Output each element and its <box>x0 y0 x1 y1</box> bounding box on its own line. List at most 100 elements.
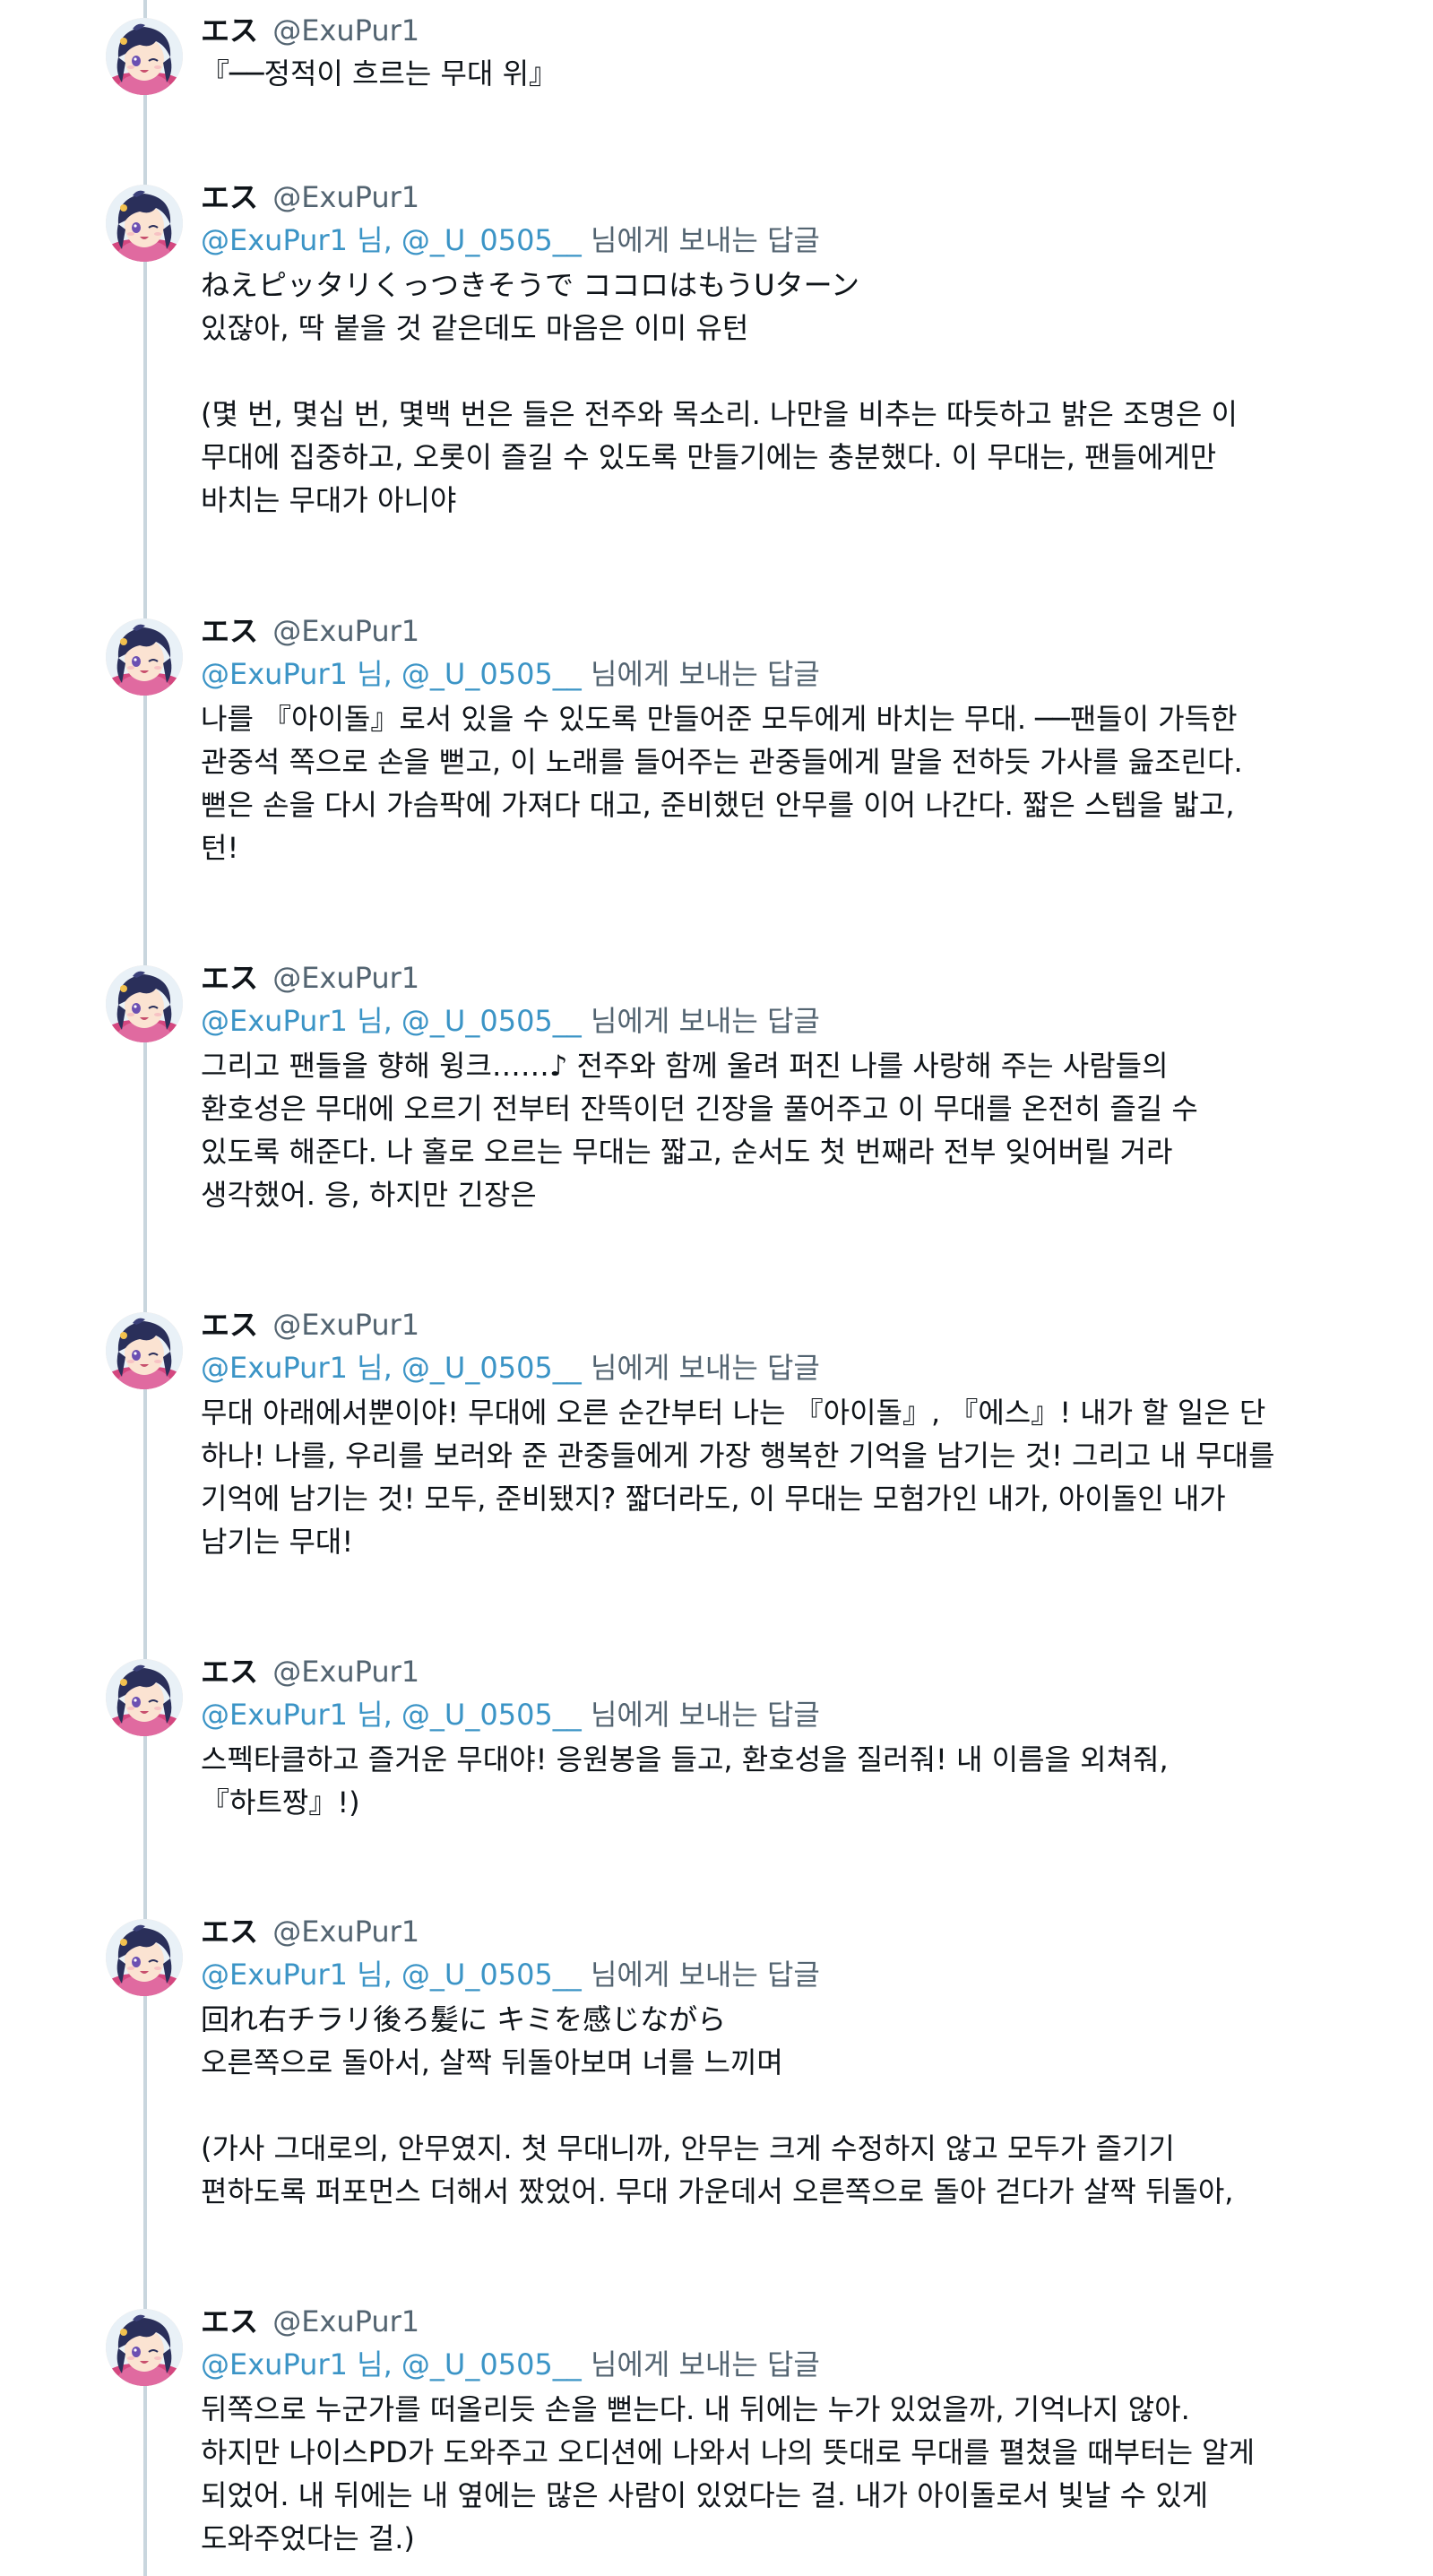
reply-mentions-link[interactable]: @ExuPur1 님, @_U_0505__ <box>201 1958 582 1992</box>
tweet-text-line: 무대 아래에서뿐이야! 무대에 오른 순간부터 나는 『아이돌』, 『에스』! … <box>201 1396 1266 1430</box>
avatar-image <box>106 2309 183 2386</box>
tweet-text-line: 오른쪽으로 돌아서, 살짝 뒤돌아보며 너를 느끼며 <box>201 2045 783 2079</box>
reply-to-line: @ExuPur1 님, @_U_0505__ 님에게 보내는 답글 <box>201 656 820 692</box>
tweet-text: 나를 『아이돌』로서 있을 수 있도록 만들어준 모두에게 바치는 무대. ──… <box>201 697 1366 869</box>
tweet-header: エス @ExuPur1 <box>201 960 419 996</box>
tweet-text-line <box>201 350 1366 393</box>
tweet-header: エス @ExuPur1 <box>201 1914 419 1949</box>
author-name[interactable]: エス <box>201 180 258 214</box>
author-name[interactable]: エス <box>201 1915 258 1949</box>
reply-to-suffix: 님에게 보내는 답글 <box>590 2347 820 2382</box>
author-handle[interactable]: @ExuPur1 <box>272 1655 419 1689</box>
reply-mentions-link[interactable]: @ExuPur1 님, @_U_0505__ <box>201 657 582 691</box>
tweet-text-line: 뒤쪽으로 누군가를 떠올리듯 손을 뻗는다. 내 뒤에는 누가 있었을까, 기억… <box>201 2392 1190 2426</box>
tweet-text-line: 관중석 쪽으로 손을 뻗고, 이 노래를 들어주는 관중들에게 말을 전하듯 가… <box>201 745 1243 779</box>
author-name[interactable]: エス <box>201 1308 258 1342</box>
tweet-text-line: (가사 그대로의, 안무였지. 첫 무대니까, 안무는 크게 수정하지 않고 모… <box>201 2131 1175 2165</box>
tweet-text-line: 『──정적이 흐르는 무대 위』 <box>201 56 558 91</box>
tweet-text-line: 하지만 나이스PD가 도와주고 오디션에 나와서 나의 뜻대로 무대를 펼쳤을 … <box>201 2435 1256 2469</box>
avatar[interactable] <box>106 1919 183 1996</box>
reply-to-suffix: 님에게 보내는 답글 <box>590 223 820 257</box>
author-name[interactable]: エス <box>201 961 258 995</box>
reply-mentions-link[interactable]: @ExuPur1 님, @_U_0505__ <box>201 2347 582 2382</box>
tweet-text-line: 남기는 무대! <box>201 1525 354 1559</box>
avatar-image <box>106 1312 183 1389</box>
tweet-text-line: 있도록 해준다. 나 홀로 오르는 무대는 짧고, 순서도 첫 번째라 전부 잊… <box>201 1135 1173 1169</box>
tweet-text-line: 도와주었다는 걸.) <box>201 2521 415 2555</box>
avatar[interactable] <box>106 2309 183 2386</box>
tweet-text-line <box>201 2084 1366 2127</box>
tweet-text-line: 하나! 나를, 우리를 보러와 준 관중들에게 가장 행복한 기억을 남기는 것… <box>201 1439 1275 1473</box>
reply-mentions-link[interactable]: @ExuPur1 님, @_U_0505__ <box>201 223 582 257</box>
tweet-text-line: 『하트짱』!) <box>201 1785 360 1820</box>
tweet-text-line: 되었어. 내 뒤에는 내 옆에는 많은 사람이 있었다는 걸. 내가 아이돌로서… <box>201 2478 1209 2512</box>
author-handle[interactable]: @ExuPur1 <box>272 1915 419 1949</box>
tweet-text: 무대 아래에서뿐이야! 무대에 오른 순간부터 나는 『아이돌』, 『에스』! … <box>201 1391 1366 1563</box>
reply-mentions-link[interactable]: @ExuPur1 님, @_U_0505__ <box>201 1004 582 1038</box>
avatar-image <box>106 18 183 95</box>
tweet-text: 그리고 팬들을 향해 윙크……♪ 전주와 함께 울려 퍼진 나를 사랑해 주는 … <box>201 1044 1366 1216</box>
avatar-image <box>106 1919 183 1996</box>
reply-to-suffix: 님에게 보내는 답글 <box>590 1004 820 1038</box>
reply-to-suffix: 님에게 보내는 답글 <box>590 657 820 691</box>
tweet-text-line: 바치는 무대가 아니야 <box>201 483 457 517</box>
tweet-text-line: 기억에 남기는 것! 모두, 준비됐지? 짧더라도, 이 무대는 모험가인 내가… <box>201 1482 1226 1516</box>
tweet-text-line: 스펙타클하고 즐거운 무대야! 응원봉을 들고, 환호성을 질러줘! 내 이름을… <box>201 1742 1169 1776</box>
tweet-header: エス @ExuPur1 <box>201 613 419 649</box>
author-handle[interactable]: @ExuPur1 <box>272 614 419 648</box>
tweet-text-line: 편하도록 퍼포먼스 더해서 짰었어. 무대 가운데서 오른쪽으로 돌아 걷다가 … <box>201 2174 1234 2209</box>
author-handle[interactable]: @ExuPur1 <box>272 2304 419 2338</box>
tweet-text-line: 있잖아, 딱 붙을 것 같은데도 마음은 이미 유턴 <box>201 311 749 345</box>
author-name[interactable]: エス <box>201 614 258 648</box>
tweet-text-line: 무대에 집중하고, 오롯이 즐길 수 있도록 만들기에는 충분했다. 이 무대는… <box>201 440 1217 474</box>
tweet-header: エス @ExuPur1 <box>201 13 419 48</box>
avatar-image <box>106 965 183 1042</box>
author-handle[interactable]: @ExuPur1 <box>272 13 419 48</box>
avatar[interactable] <box>106 1312 183 1389</box>
tweet-text-line: 나를 『아이돌』로서 있을 수 있도록 만들어준 모두에게 바치는 무대. ──… <box>201 702 1238 736</box>
avatar[interactable] <box>106 965 183 1042</box>
reply-to-line: @ExuPur1 님, @_U_0505__ 님에게 보내는 답글 <box>201 1957 820 1993</box>
author-handle[interactable]: @ExuPur1 <box>272 180 419 214</box>
tweet-header: エス @ExuPur1 <box>201 1654 419 1690</box>
reply-to-line: @ExuPur1 님, @_U_0505__ 님에게 보내는 답글 <box>201 1697 820 1733</box>
tweet-text: 『──정적이 흐르는 무대 위』 <box>201 52 1366 95</box>
tweet-text-line: 환호성은 무대에 오르기 전부터 잔뜩이던 긴장을 풀어주고 이 무대를 온전히… <box>201 1092 1198 1126</box>
tweet-text-line: 턴! <box>201 831 239 865</box>
avatar[interactable] <box>106 185 183 262</box>
reply-to-line: @ExuPur1 님, @_U_0505__ 님에게 보내는 답글 <box>201 2347 820 2382</box>
author-name[interactable]: エス <box>201 13 258 48</box>
tweet-header: エス @ExuPur1 <box>201 179 419 215</box>
tweet-text-line: ねえピッタリくっつきそうで ココロはもうUターン <box>201 268 860 302</box>
avatar-image <box>106 1659 183 1736</box>
tweet-text-line: (몇 번, 몇십 번, 몇백 번은 들은 전주와 목소리. 나만을 비추는 따듯… <box>201 397 1238 431</box>
tweet-text-line: 생각했어. 응, 하지만 긴장은 <box>201 1178 537 1212</box>
reply-to-line: @ExuPur1 님, @_U_0505__ 님에게 보내는 답글 <box>201 1350 820 1386</box>
reply-to-suffix: 님에게 보내는 답글 <box>590 1351 820 1385</box>
tweet-header: エス @ExuPur1 <box>201 2304 419 2339</box>
reply-to-line: @ExuPur1 님, @_U_0505__ 님에게 보내는 답글 <box>201 1003 820 1039</box>
tweet-text-line: 그리고 팬들을 향해 윙크……♪ 전주와 함께 울려 퍼진 나를 사랑해 주는 … <box>201 1049 1169 1083</box>
tweet-text-line: 回れ右チラリ後ろ髪に キミを感じながら <box>201 2002 727 2036</box>
tweet-text: 回れ右チラリ後ろ髪に キミを感じながら 오른쪽으로 돌아서, 살짝 뒤돌아보며 … <box>201 1998 1366 2213</box>
avatar[interactable] <box>106 618 183 696</box>
avatar[interactable] <box>106 18 183 95</box>
reply-to-suffix: 님에게 보내는 답글 <box>590 1958 820 1992</box>
reply-to-line: @ExuPur1 님, @_U_0505__ 님에게 보내는 답글 <box>201 222 820 258</box>
author-handle[interactable]: @ExuPur1 <box>272 1308 419 1342</box>
tweet-text: 스펙타클하고 즐거운 무대야! 응원봉을 들고, 환호성을 질러줘! 내 이름을… <box>201 1738 1366 1824</box>
avatar-image <box>106 618 183 696</box>
tweet-text: ねえピッタリくっつきそうで ココロはもうUターン 있잖아, 딱 붙을 것 같은데… <box>201 264 1366 522</box>
avatar-image <box>106 185 183 262</box>
author-handle[interactable]: @ExuPur1 <box>272 961 419 995</box>
avatar[interactable] <box>106 1659 183 1736</box>
author-name[interactable]: エス <box>201 2304 258 2338</box>
thread-line <box>143 0 147 2576</box>
reply-to-suffix: 님에게 보내는 답글 <box>590 1698 820 1732</box>
tweet-text-line: 뻗은 손을 다시 가슴팍에 가져다 대고, 준비했던 안무를 이어 나간다. 짧… <box>201 788 1235 822</box>
author-name[interactable]: エス <box>201 1655 258 1689</box>
reply-mentions-link[interactable]: @ExuPur1 님, @_U_0505__ <box>201 1698 582 1732</box>
tweet-header: エス @ExuPur1 <box>201 1307 419 1343</box>
tweet-text: 뒤쪽으로 누군가를 떠올리듯 손을 뻗는다. 내 뒤에는 누가 있었을까, 기억… <box>201 2388 1366 2560</box>
reply-mentions-link[interactable]: @ExuPur1 님, @_U_0505__ <box>201 1351 582 1385</box>
